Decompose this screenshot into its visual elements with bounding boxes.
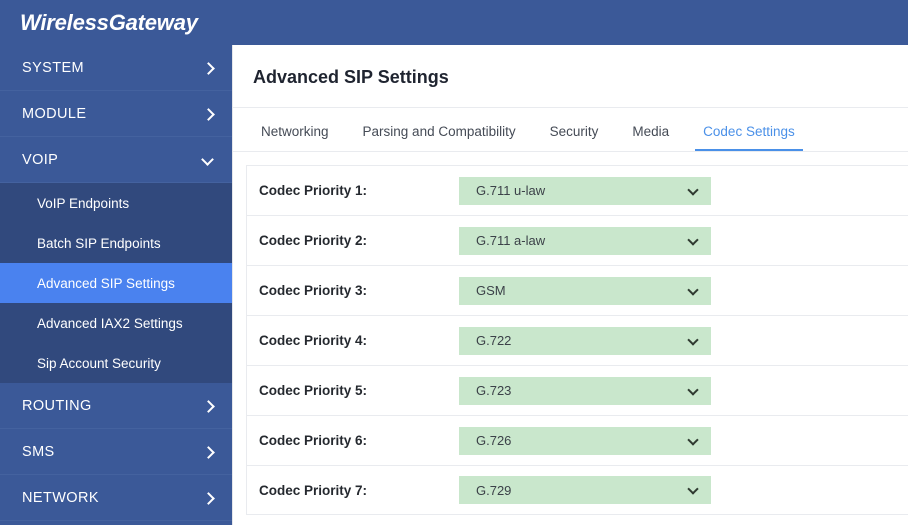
sidebar-group-system-label: SYSTEM bbox=[22, 59, 85, 76]
sidebar-group-system[interactable]: SYSTEM bbox=[0, 45, 232, 91]
tab-parsing-and-compatibility[interactable]: Parsing and Compatibility bbox=[355, 124, 524, 151]
sidebar-voip-submenu: VoIP Endpoints Batch SIP Endpoints Advan… bbox=[0, 183, 232, 383]
codec-priority-4-label: Codec Priority 4: bbox=[259, 333, 368, 348]
sidebar-item-voip-endpoints[interactable]: VoIP Endpoints bbox=[0, 183, 232, 223]
codec-priority-4-value: G.722 bbox=[476, 333, 512, 348]
chevron-down-icon bbox=[689, 286, 699, 296]
codec-priority-7-select[interactable]: G.729 bbox=[459, 476, 711, 504]
sidebar-group-routing[interactable]: ROUTING bbox=[0, 383, 232, 429]
codec-priority-7-value: G.729 bbox=[476, 482, 512, 498]
chevron-right-icon bbox=[202, 445, 216, 459]
sidebar-group-network[interactable]: NETWORK bbox=[0, 475, 232, 521]
codec-priority-row-6: Codec Priority 6: G.726 bbox=[246, 415, 908, 465]
sidebar-group-sms[interactable]: SMS bbox=[0, 429, 232, 475]
sidebar-item-batch-sip-endpoints[interactable]: Batch SIP Endpoints bbox=[0, 223, 232, 263]
tab-label: Networking bbox=[261, 124, 329, 139]
tab-label: Codec Settings bbox=[703, 124, 795, 139]
codec-priority-2-select[interactable]: G.711 a-law bbox=[459, 226, 711, 255]
sidebar-item-label: Batch SIP Endpoints bbox=[37, 235, 161, 251]
codec-priority-7-label: Codec Priority 7: bbox=[259, 482, 368, 498]
sidebar-group-network-label: NETWORK bbox=[22, 489, 99, 506]
page-title: Advanced SIP Settings bbox=[233, 45, 908, 108]
tab-networking[interactable]: Networking bbox=[253, 124, 337, 151]
sidebar-item-label: VoIP Endpoints bbox=[37, 195, 130, 211]
codec-settings-form: Codec Priority 1: G.711 u-law Codec Prio… bbox=[233, 152, 908, 525]
codec-priority-row-4: Codec Priority 4: G.722 bbox=[246, 315, 908, 365]
main-content: Advanced SIP Settings Networking Parsing… bbox=[232, 45, 908, 525]
chevron-down-icon bbox=[689, 236, 699, 246]
codec-priority-row-3: Codec Priority 3: GSM bbox=[246, 265, 908, 315]
sidebar-item-label: Advanced IAX2 Settings bbox=[37, 315, 183, 331]
sidebar-group-routing-label: ROUTING bbox=[22, 397, 92, 414]
sidebar-item-label: Advanced SIP Settings bbox=[37, 275, 175, 291]
chevron-down-icon bbox=[202, 153, 216, 167]
brand-title: WirelessGateway bbox=[20, 9, 198, 35]
chevron-right-icon bbox=[202, 399, 216, 413]
tab-security[interactable]: Security bbox=[542, 124, 607, 151]
chevron-down-icon bbox=[689, 386, 699, 396]
sidebar-group-voip-label: VOIP bbox=[22, 151, 59, 168]
tab-label: Parsing and Compatibility bbox=[362, 124, 516, 139]
codec-priority-5-value: G.723 bbox=[476, 383, 512, 398]
codec-priority-2-value: G.711 a-law bbox=[476, 233, 546, 248]
codec-priority-row-2: Codec Priority 2: G.711 a-law bbox=[246, 215, 908, 265]
codec-priority-row-5: Codec Priority 5: G.723 bbox=[246, 365, 908, 415]
tab-label: Security bbox=[549, 124, 599, 139]
chevron-down-icon bbox=[689, 336, 699, 346]
tab-media[interactable]: Media bbox=[624, 124, 677, 151]
tab-codec-settings[interactable]: Codec Settings bbox=[695, 124, 803, 151]
sidebar-group-module[interactable]: MODULE bbox=[0, 91, 232, 137]
body-layout: SYSTEM MODULE VOIP VoIP Endpoints Batch … bbox=[0, 45, 908, 525]
chevron-down-icon bbox=[689, 436, 699, 446]
codec-priority-2-label: Codec Priority 2: bbox=[259, 233, 368, 248]
sidebar-group-sms-label: SMS bbox=[22, 443, 55, 460]
sidebar-item-advanced-iax2-settings[interactable]: Advanced IAX2 Settings bbox=[0, 303, 232, 343]
codec-priority-1-select[interactable]: G.711 u-law bbox=[459, 176, 711, 205]
codec-priority-3-select[interactable]: GSM bbox=[459, 276, 711, 305]
codec-priority-5-select[interactable]: G.723 bbox=[459, 376, 711, 405]
codec-priority-3-label: Codec Priority 3: bbox=[259, 283, 368, 298]
codec-priority-6-label: Codec Priority 6: bbox=[259, 433, 368, 448]
chevron-down-icon bbox=[689, 186, 699, 196]
codec-priority-4-select[interactable]: G.722 bbox=[459, 326, 711, 355]
tab-bar: Networking Parsing and Compatibility Sec… bbox=[233, 108, 908, 152]
chevron-right-icon bbox=[202, 107, 216, 121]
sidebar-group-voip[interactable]: VOIP bbox=[0, 137, 232, 183]
codec-priority-5-label: Codec Priority 5: bbox=[259, 383, 368, 398]
sidebar-navigation: SYSTEM MODULE VOIP VoIP Endpoints Batch … bbox=[0, 45, 232, 525]
app-window: WirelessGateway SYSTEM MODULE VOIP VoIP … bbox=[0, 0, 908, 525]
codec-priority-1-label: Codec Priority 1: bbox=[259, 183, 368, 198]
chevron-down-icon bbox=[689, 485, 699, 495]
sidebar-group-module-label: MODULE bbox=[22, 105, 87, 122]
sidebar-item-sip-account-security[interactable]: Sip Account Security bbox=[0, 343, 232, 383]
codec-priority-row-1: Codec Priority 1: G.711 u-law bbox=[246, 165, 908, 215]
chevron-right-icon bbox=[202, 491, 216, 505]
codec-priority-6-value: G.726 bbox=[476, 433, 512, 448]
codec-priority-3-value: GSM bbox=[476, 283, 506, 298]
sidebar-item-advanced-sip-settings[interactable]: Advanced SIP Settings bbox=[0, 263, 232, 303]
tab-label: Media bbox=[632, 124, 670, 139]
codec-priority-row-7: Codec Priority 7: G.729 bbox=[246, 465, 908, 515]
codec-priority-1-value: G.711 u-law bbox=[476, 183, 546, 198]
sidebar-item-label: Sip Account Security bbox=[37, 355, 161, 371]
top-brand-bar: WirelessGateway bbox=[0, 0, 908, 45]
codec-priority-6-select[interactable]: G.726 bbox=[459, 426, 711, 455]
chevron-right-icon bbox=[202, 61, 216, 75]
